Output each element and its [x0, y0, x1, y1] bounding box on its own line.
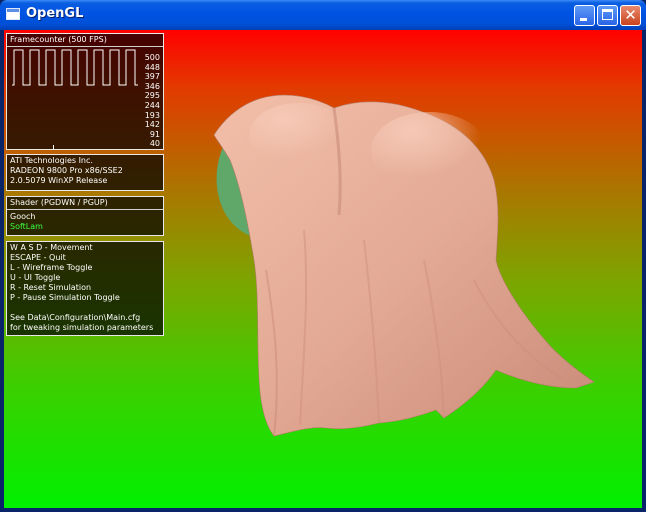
scale-label: 91 — [149, 129, 160, 139]
shader-option-softlam[interactable]: SoftLam — [7, 222, 163, 232]
scale-label: 40 — [149, 139, 160, 149]
scale-label: 193 — [144, 110, 160, 120]
framecounter-panel: Framecounter (500 FPS) 500 448 397 346 2… — [6, 33, 164, 150]
framerate-marker — [53, 145, 54, 149]
title-bar[interactable]: OpenGL ✕ — [0, 0, 646, 30]
shader-title: Shader (PGDWN / PGUP) — [7, 197, 163, 210]
minimize-button[interactable] — [574, 5, 595, 26]
opengl-viewport[interactable]: Framecounter (500 FPS) 500 448 397 346 2… — [4, 30, 642, 508]
scale-label: 142 — [144, 120, 160, 130]
close-icon: ✕ — [624, 6, 637, 24]
gpu-info-panel: ATI Technologies Inc. RADEON 9800 Pro x8… — [6, 154, 164, 191]
maximize-icon — [602, 9, 613, 20]
help-line: W A S D - Movement — [10, 243, 93, 252]
gpu-driver-version: 2.0.5079 WinXP Release — [10, 176, 108, 185]
scale-label: 500 — [144, 53, 160, 62]
window-title: OpenGL — [26, 6, 84, 21]
help-line: L - Wireframe Toggle — [10, 263, 93, 272]
help-line: ESCAPE - Quit — [10, 253, 66, 262]
app-window: OpenGL ✕ Framecounter (500 FPS) 500 448 … — [0, 0, 646, 512]
maximize-button[interactable] — [597, 5, 618, 26]
help-line: P - Pause Simulation Toggle — [10, 293, 120, 302]
close-button[interactable]: ✕ — [620, 5, 641, 26]
shader-panel: Shader (PGDWN / PGUP) Gooch SoftLam — [6, 196, 164, 236]
shader-option-gooch[interactable]: Gooch — [7, 212, 163, 222]
scale-label: 244 — [144, 100, 160, 110]
scale-label: 448 — [144, 62, 160, 72]
config-note: See Data\Configuration\Main.cfg — [10, 313, 141, 322]
help-line: U - UI Toggle — [10, 273, 61, 282]
gpu-vendor: ATI Technologies Inc. — [10, 156, 93, 165]
help-panel: W A S D - Movement ESCAPE - Quit L - Wir… — [6, 241, 164, 336]
framerate-scale: 500 448 397 346 295 244 193 142 91 40 — [138, 53, 160, 149]
window-icon[interactable] — [6, 8, 20, 20]
help-line: R - Reset Simulation — [10, 283, 92, 292]
config-note: for tweaking simulation parameters — [10, 323, 154, 332]
framecounter-title: Framecounter (500 FPS) — [7, 34, 163, 47]
scale-label: 346 — [144, 81, 160, 91]
gpu-renderer: RADEON 9800 Pro x86/SSE2 — [10, 166, 123, 175]
framerate-graph — [12, 49, 138, 86]
scale-label: 295 — [144, 91, 160, 101]
scale-label: 397 — [144, 72, 160, 82]
minimize-icon — [580, 18, 587, 21]
